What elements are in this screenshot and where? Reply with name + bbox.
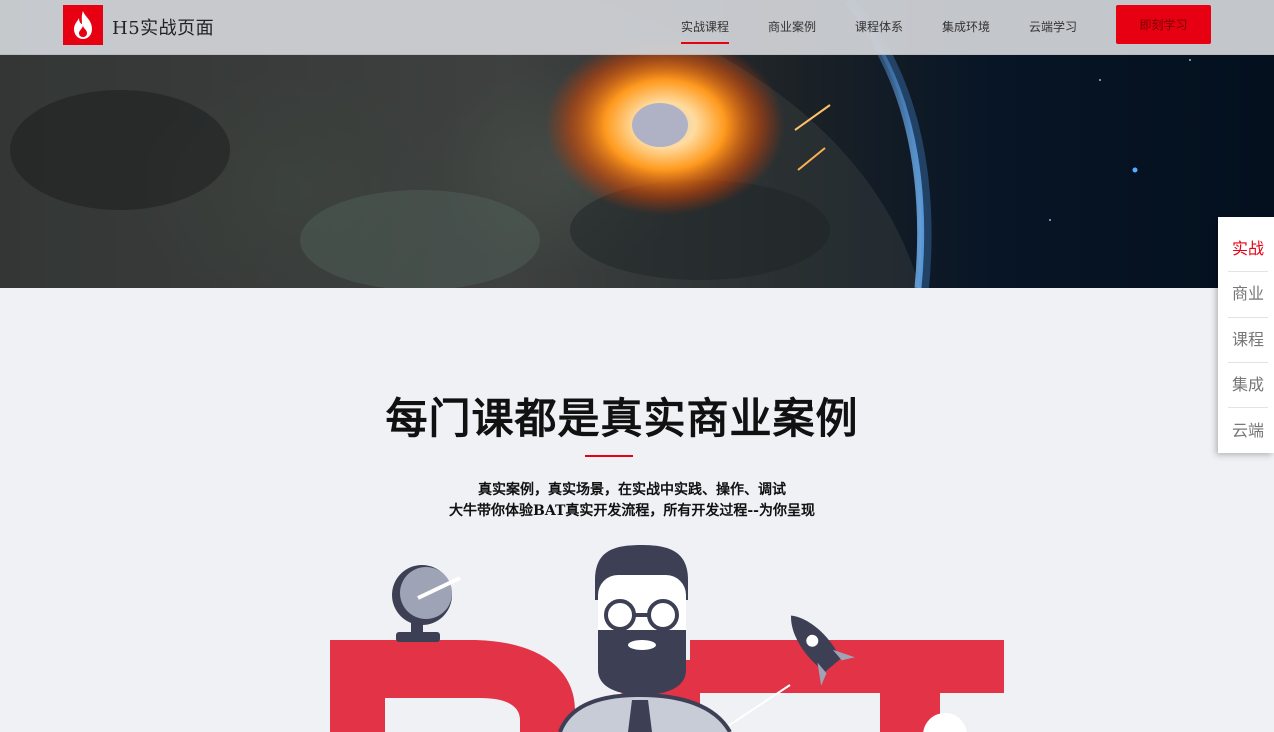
logo[interactable] (63, 5, 103, 45)
side-item-integrated[interactable]: 集成 (1228, 361, 1268, 405)
side-item-cloud[interactable]: 云端 (1228, 407, 1268, 451)
side-nav: 实战 商业 课程 集成 云端 (1218, 217, 1274, 453)
top-navbar: H5实战页面 实战课程 商业案例 课程体系 集成环境 云端学习 即刻学习 (0, 0, 1274, 55)
flame-icon (74, 11, 92, 39)
side-item-practice[interactable]: 实战 (1228, 225, 1268, 269)
side-item-business[interactable]: 商业 (1228, 270, 1268, 314)
bat-illustration (330, 545, 1004, 732)
nav-item-cloud-learning[interactable]: 云端学习 (1029, 18, 1077, 35)
section-desc-line2: 大牛带你体验BAT真实开发流程，所有开发过程--为你呈现 (449, 503, 815, 519)
developer-avatar (558, 545, 732, 732)
section-desc-line1: 真实案例，真实场景，在实战中实践、操作、调试 (478, 482, 786, 498)
satellite-dish-icon (392, 565, 461, 642)
learn-now-button[interactable]: 即刻学习 (1116, 5, 1211, 44)
title-underline (585, 455, 633, 457)
brand-name: H5实战页面 (112, 18, 215, 39)
nav-item-practice-courses[interactable]: 实战课程 (681, 18, 730, 44)
nav-item-course-system[interactable]: 课程体系 (855, 18, 903, 35)
nav-item-business-cases[interactable]: 商业案例 (768, 18, 816, 35)
section-title: 每门课都是真实商业案例 (385, 394, 859, 443)
side-item-course[interactable]: 课程 (1228, 316, 1268, 360)
nav-item-integrated-env[interactable]: 集成环境 (942, 18, 990, 35)
